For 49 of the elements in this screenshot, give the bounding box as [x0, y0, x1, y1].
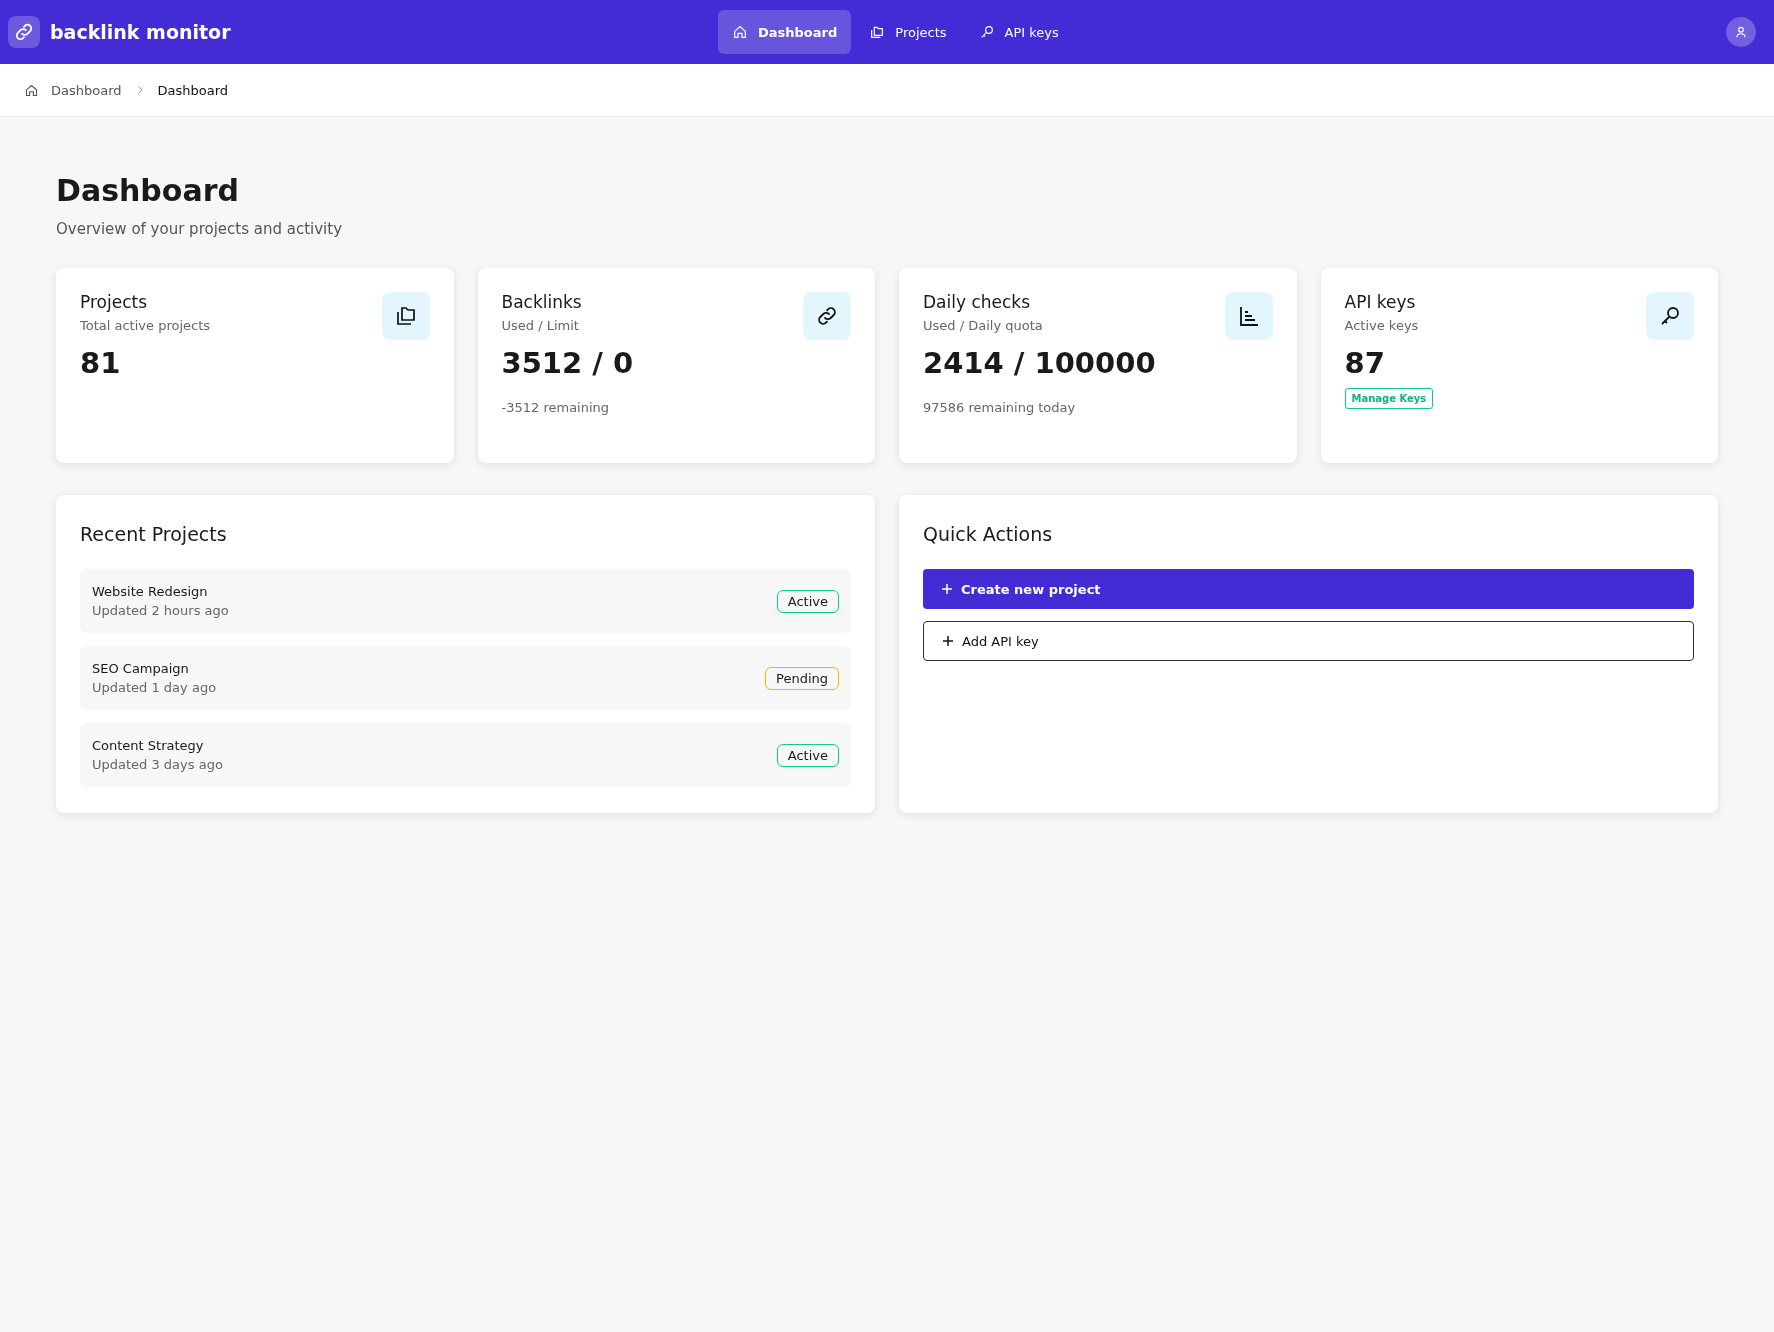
stat-note: -3512 remaining [501, 400, 611, 415]
add-key-button[interactable]: Add API key [923, 621, 1694, 661]
stat-subtitle: Total active projects [80, 318, 211, 333]
project-name: Website Redesign [92, 584, 209, 599]
stat-note: 97586 remaining today [923, 400, 1077, 415]
folders-icon [381, 292, 430, 340]
project-updated: Updated 2 hours ago [92, 603, 229, 618]
link-icon [803, 292, 851, 340]
home-icon [732, 24, 748, 40]
stat-value: 2414 / 100000 [923, 346, 1157, 380]
stat-value: 81 [80, 346, 122, 380]
link-logo-icon[interactable] [8, 16, 40, 48]
create-project-button[interactable]: Create new project [923, 569, 1694, 609]
nav-tab[interactable]: Projects [855, 10, 961, 54]
nav-tab[interactable]: API keys [964, 10, 1073, 54]
status-badge: Active [776, 589, 839, 613]
project-row[interactable]: Content Strategy Updated 3 days ago Active [80, 723, 851, 787]
status-badge: Pending [765, 666, 839, 690]
plus-icon [942, 635, 954, 647]
stat-subtitle: Active keys [1344, 318, 1419, 333]
stat-title: API keys [1344, 292, 1417, 312]
project-updated: Updated 1 day ago [92, 680, 217, 695]
page-subtitle: Overview of your projects and activity [56, 220, 344, 238]
page-title: Dashboard [56, 173, 240, 208]
panel-title: Quick Actions [923, 523, 1054, 545]
status-badge: Active [776, 743, 839, 767]
key-icon [1646, 292, 1694, 340]
stat-title: Backlinks [501, 292, 582, 312]
project-updated: Updated 3 days ago [92, 757, 223, 772]
stat-value: 3512 / 0 [501, 346, 635, 380]
breadcrumb-link[interactable]: Dashboard [51, 82, 122, 98]
panel-title: Recent Projects [80, 523, 228, 545]
project-row[interactable]: SEO Campaign Updated 1 day ago Pending [80, 646, 851, 710]
stat-value: 87 [1344, 346, 1386, 380]
project-name: SEO Campaign [92, 661, 190, 676]
folders-icon [869, 24, 886, 40]
stat-subtitle: Used / Limit [501, 318, 580, 333]
plus-icon [941, 583, 953, 595]
stat-subtitle: Used / Daily quota [923, 318, 1043, 333]
stat-title: Daily checks [923, 292, 1032, 312]
app-title: backlink monitor [50, 21, 231, 43]
home-icon [24, 82, 39, 98]
stat-title: Projects [80, 292, 149, 312]
bar-chart-icon [1224, 292, 1273, 340]
project-name: Content Strategy [92, 738, 205, 753]
user-avatar-icon[interactable] [1726, 17, 1756, 47]
project-row[interactable]: Website Redesign Updated 2 hours ago Active [80, 569, 851, 633]
breadcrumb-link[interactable]: Dashboard [157, 82, 229, 98]
nav-tab[interactable]: Dashboard [718, 10, 852, 54]
